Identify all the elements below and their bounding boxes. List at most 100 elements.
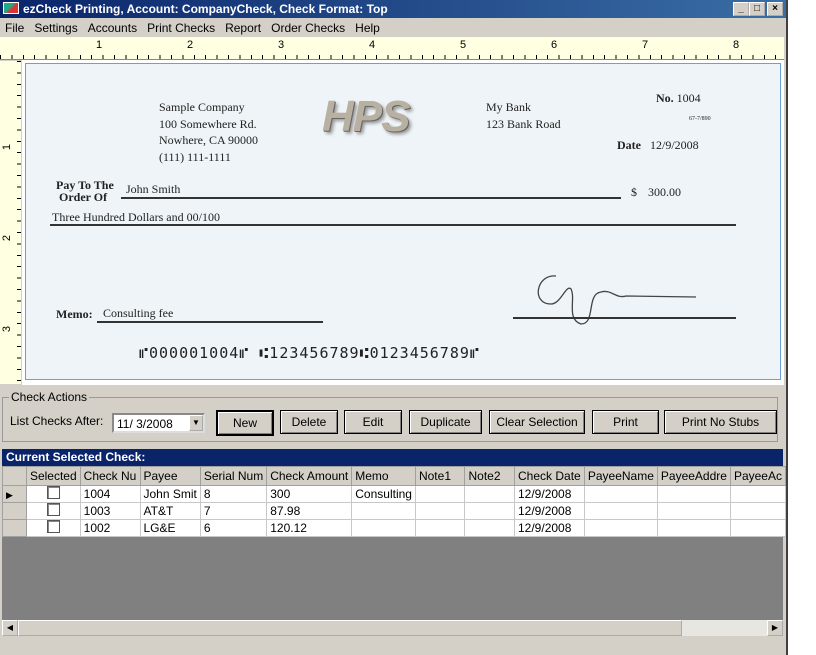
scroll-right-icon[interactable]: ▶ [767,620,783,636]
table-cell[interactable]: John Smit [139,485,201,503]
duplicate-button[interactable]: Duplicate [409,410,482,434]
menu-settings[interactable]: Settings [29,18,82,37]
table-cell[interactable]: Consulting [351,485,416,503]
table-row[interactable]: 1002 LG&E 6 120.12 12/9/2008 [2,519,787,537]
table-cell[interactable] [464,519,515,537]
menu-help[interactable]: Help [350,18,385,37]
horizontal-scrollbar[interactable]: ◀ ▶ [2,620,783,636]
row-header[interactable] [2,519,27,537]
close-button[interactable]: × [767,2,783,16]
table-cell[interactable] [729,485,787,503]
routing-fraction: 67-7/890 [689,116,711,122]
selected-checkbox[interactable] [46,520,60,533]
app-window: ezCheck Printing, Account: CompanyCheck,… [0,0,788,655]
column-header[interactable]: Note2 [464,466,515,486]
check-preview-area: Sample Company 100 Somewhere Rd. Nowhere… [22,60,784,385]
column-header[interactable]: Serial Num [199,466,268,486]
table-cell[interactable] [351,502,416,520]
table-cell[interactable] [583,519,658,537]
scroll-left-icon[interactable]: ◀ [2,620,18,636]
dropdown-arrow-icon[interactable]: ▼ [189,415,203,431]
company-phone: (111) 111-1111 [159,149,231,164]
table-cell[interactable] [414,502,466,520]
table-cell[interactable] [464,485,515,503]
table-cell[interactable] [583,502,658,520]
maximize-button[interactable]: □ [749,2,765,16]
column-header[interactable]: PayeeAddre [656,466,731,486]
print-no-stubs-button[interactable]: Print No Stubs [664,410,777,434]
table-cell[interactable]: 8 [199,485,268,503]
table-cell[interactable] [351,519,416,537]
table-row[interactable]: 1003 AT&T 7 87.98 12/9/2008 [2,502,787,520]
pay-to-label: Pay To The Order Of [56,179,114,203]
row-header[interactable]: ▶ [2,485,27,503]
table-cell[interactable]: 6 [199,519,268,537]
selected-cell[interactable] [25,485,81,503]
table-cell[interactable] [656,485,731,503]
table-cell[interactable] [464,502,515,520]
table-cell[interactable] [583,485,658,503]
table-cell[interactable]: LG&E [139,519,201,537]
table-cell[interactable]: 7 [199,502,268,520]
table-cell[interactable]: AT&T [139,502,201,520]
clear-selection-button[interactable]: Clear Selection [489,410,585,434]
print-button[interactable]: Print [592,410,659,434]
column-header[interactable]: Note1 [414,466,466,486]
company-logo: HPS [322,92,410,141]
menu-accounts[interactable]: Accounts [83,18,142,37]
bank-street: 123 Bank Road [486,116,561,131]
selected-checkbox[interactable] [46,486,60,499]
ruler-label: 1 [1,143,14,151]
ruler-label: 3 [1,325,14,333]
table-cell[interactable] [729,519,787,537]
table-cell[interactable] [656,519,731,537]
title-bar: ezCheck Printing, Account: CompanyCheck,… [0,0,786,18]
scrollbar-thumb[interactable] [18,620,682,636]
delete-button[interactable]: Delete [280,410,338,434]
selected-cell[interactable] [25,519,81,537]
column-header[interactable]: Payee [139,466,201,486]
table-cell[interactable]: 1004 [79,485,141,503]
menu-print-checks[interactable]: Print Checks [142,18,220,37]
grid-header-row: Selected Check Nu Payee Serial Num Check… [2,466,787,486]
company-city: Nowhere, CA 90000 [159,133,258,147]
column-header[interactable]: Check Nu [79,466,141,486]
edit-button[interactable]: Edit [344,410,402,434]
table-cell[interactable] [414,485,466,503]
table-cell[interactable] [414,519,466,537]
table-cell[interactable]: 300 [266,485,353,503]
table-cell[interactable]: 12/9/2008 [514,502,585,520]
selected-cell[interactable] [25,502,81,520]
column-header[interactable]: PayeeName [583,466,658,486]
table-cell[interactable]: 12/9/2008 [514,485,585,503]
company-street: 100 Somewhere Rd. [159,116,257,131]
table-cell[interactable]: 1003 [79,502,141,520]
check-date: 12/9/2008 [650,138,699,152]
table-row[interactable]: ▶ 1004 John Smit 8 300 Consulting 12/9/2008 [2,485,787,503]
column-header[interactable]: Check Amount [266,466,353,486]
menu-file[interactable]: File [0,18,29,37]
column-header[interactable]: Selected [25,466,81,486]
table-cell[interactable]: 120.12 [266,519,353,537]
selected-checkbox[interactable] [46,503,60,516]
table-cell[interactable] [729,502,787,520]
menu-order-checks[interactable]: Order Checks [266,18,350,37]
row-header[interactable] [2,502,27,520]
table-cell[interactable] [656,502,731,520]
column-header[interactable]: PayeeAc [729,466,787,486]
horizontal-ruler: 1 2 3 4 5 6 7 8 [0,37,784,60]
bank-name: My Bank [486,100,531,114]
check-preview[interactable]: Sample Company 100 Somewhere Rd. Nowhere… [25,63,781,380]
column-header[interactable]: Check Date [514,466,585,486]
table-cell[interactable]: 1002 [79,519,141,537]
list-checks-after-date-picker[interactable]: 11/ 3/2008 ▼ [112,413,205,433]
new-button[interactable]: New [216,410,274,436]
minimize-button[interactable]: _ [733,2,749,16]
checks-grid: Selected Check Nu Payee Serial Num Check… [2,466,787,537]
check-amount: 300.00 [648,185,681,199]
column-header[interactable]: Memo [351,466,416,486]
table-cell[interactable]: 87.98 [266,502,353,520]
table-cell[interactable]: 12/9/2008 [514,519,585,537]
app-icon [3,2,19,14]
menu-report[interactable]: Report [220,18,266,37]
